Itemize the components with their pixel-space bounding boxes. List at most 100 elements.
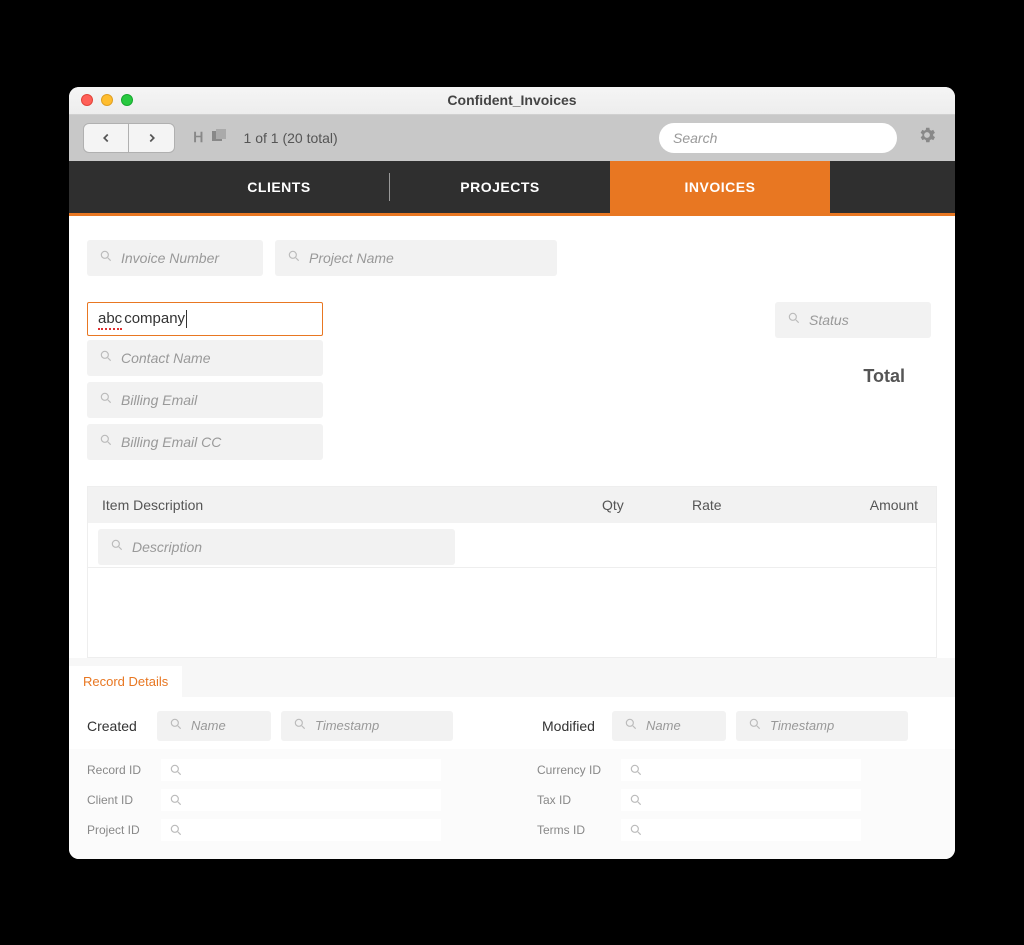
- invoice-number-placeholder: Invoice Number: [121, 250, 219, 266]
- record-id-field[interactable]: [161, 759, 441, 781]
- record-ids-section: Record ID Client ID Project ID Currency …: [69, 749, 955, 859]
- search-icon: [748, 717, 762, 734]
- main-tabs: CLIENTS PROJECTS INVOICES: [69, 161, 955, 213]
- project-name-placeholder: Project Name: [309, 250, 394, 266]
- created-name-placeholder: Name: [191, 718, 226, 733]
- close-window-button[interactable]: [81, 94, 93, 106]
- created-label: Created: [87, 718, 147, 734]
- col-rate-header: Rate: [692, 497, 822, 513]
- created-timestamp-placeholder: Timestamp: [315, 718, 379, 733]
- record-details-tab[interactable]: Record Details: [69, 666, 182, 697]
- client-name-input[interactable]: abc company: [87, 302, 323, 336]
- modified-name-field[interactable]: Name: [612, 711, 726, 741]
- text-caret: [186, 310, 187, 328]
- record-count: 1 of 1 (20 total): [238, 130, 338, 146]
- modified-timestamp-field[interactable]: Timestamp: [736, 711, 908, 741]
- created-name-field[interactable]: Name: [157, 711, 271, 741]
- filter-row: Invoice Number Project Name: [87, 240, 937, 276]
- search-icon: [110, 538, 124, 555]
- search-icon: [787, 311, 801, 328]
- tax-id-field[interactable]: [621, 789, 861, 811]
- billing-email-placeholder: Billing Email: [121, 392, 197, 408]
- search-placeholder: Search: [673, 130, 717, 146]
- ids-left-column: Record ID Client ID Project ID: [87, 759, 487, 841]
- client-id-field[interactable]: [161, 789, 441, 811]
- maximize-window-button[interactable]: [121, 94, 133, 106]
- client-contact-stack: Contact Name Billing Email Billing Email…: [87, 340, 323, 460]
- search-icon: [293, 717, 307, 734]
- gear-icon: [917, 125, 937, 145]
- currency-id-label: Currency ID: [537, 763, 611, 777]
- minimize-window-button[interactable]: [101, 94, 113, 106]
- search-icon: [629, 793, 643, 807]
- project-id-row: Project ID: [87, 819, 487, 841]
- col-qty-header: Qty: [602, 497, 692, 513]
- forward-button[interactable]: [129, 123, 175, 153]
- chevron-right-icon: [145, 131, 159, 145]
- status-field[interactable]: Status: [775, 302, 931, 338]
- record-id-label: Record ID: [87, 763, 151, 777]
- nav-buttons: [83, 123, 175, 153]
- contact-name-placeholder: Contact Name: [121, 350, 210, 366]
- tax-id-label: Tax ID: [537, 793, 611, 807]
- search-icon: [99, 391, 113, 408]
- main-content: Invoice Number Project Name abc company: [69, 216, 955, 658]
- project-name-field[interactable]: Project Name: [275, 240, 557, 276]
- modified-name-placeholder: Name: [646, 718, 681, 733]
- currency-id-field[interactable]: [621, 759, 861, 781]
- tab-invoices[interactable]: INVOICES: [610, 161, 830, 213]
- client-name-prefix: abc: [98, 310, 122, 327]
- skip-first-icon[interactable]: ꓧ: [193, 129, 204, 146]
- app-window: Confident_Invoices ꓧ 1 of 1 (20 total) S…: [69, 87, 955, 859]
- chevron-left-icon: [99, 131, 113, 145]
- modified-label: Modified: [542, 718, 602, 734]
- settings-button[interactable]: [907, 125, 941, 150]
- project-id-label: Project ID: [87, 823, 151, 837]
- back-button[interactable]: [83, 123, 129, 153]
- billing-email-cc-placeholder: Billing Email CC: [121, 434, 221, 450]
- tax-id-row: Tax ID: [537, 789, 937, 811]
- billing-email-cc-field[interactable]: Billing Email CC: [87, 424, 323, 460]
- search-icon: [169, 793, 183, 807]
- contact-name-field[interactable]: Contact Name: [87, 340, 323, 376]
- line-items-table: Item Description Qty Rate Amount Descrip…: [87, 486, 937, 658]
- window-controls: [69, 94, 133, 106]
- search-icon: [99, 433, 113, 450]
- created-group: Created Name Timestamp: [87, 711, 482, 741]
- line-items-empty-area: [88, 567, 936, 657]
- tab-projects[interactable]: PROJECTS: [390, 161, 610, 213]
- currency-id-row: Currency ID: [537, 759, 937, 781]
- client-id-label: Client ID: [87, 793, 151, 807]
- layout-stack-icon: [212, 129, 228, 143]
- modified-timestamp-placeholder: Timestamp: [770, 718, 834, 733]
- toolbar-icons: ꓧ: [185, 129, 228, 146]
- modified-group: Modified Name Timestamp: [542, 711, 937, 741]
- search-icon: [169, 763, 183, 777]
- col-amount-header: Amount: [822, 497, 922, 513]
- line-items-header: Item Description Qty Rate Amount: [88, 487, 936, 523]
- client-column: abc company Contact Name Billing Email: [87, 302, 323, 460]
- item-description-placeholder: Description: [132, 539, 202, 555]
- search-icon: [169, 823, 183, 837]
- item-description-field[interactable]: Description: [98, 529, 455, 565]
- billing-email-field[interactable]: Billing Email: [87, 382, 323, 418]
- layout-icon[interactable]: [212, 129, 228, 146]
- terms-id-row: Terms ID: [537, 819, 937, 841]
- record-details-row: Created Name Timestamp Modified Name Tim…: [69, 697, 955, 749]
- toolbar: ꓧ 1 of 1 (20 total) Search: [69, 115, 955, 161]
- invoice-number-field[interactable]: Invoice Number: [87, 240, 263, 276]
- invoice-header-section: abc company Contact Name Billing Email: [87, 302, 937, 460]
- terms-id-field[interactable]: [621, 819, 861, 841]
- window-title: Confident_Invoices: [69, 92, 955, 108]
- created-timestamp-field[interactable]: Timestamp: [281, 711, 453, 741]
- search-icon: [287, 249, 301, 266]
- terms-id-label: Terms ID: [537, 823, 611, 837]
- project-id-field[interactable]: [161, 819, 441, 841]
- tab-clients[interactable]: CLIENTS: [169, 161, 389, 213]
- search-icon: [629, 763, 643, 777]
- search-icon: [99, 349, 113, 366]
- status-placeholder: Status: [809, 312, 849, 328]
- ids-right-column: Currency ID Tax ID Terms ID: [537, 759, 937, 841]
- record-details-tabrow: Record Details: [69, 658, 955, 697]
- global-search-input[interactable]: Search: [659, 123, 897, 153]
